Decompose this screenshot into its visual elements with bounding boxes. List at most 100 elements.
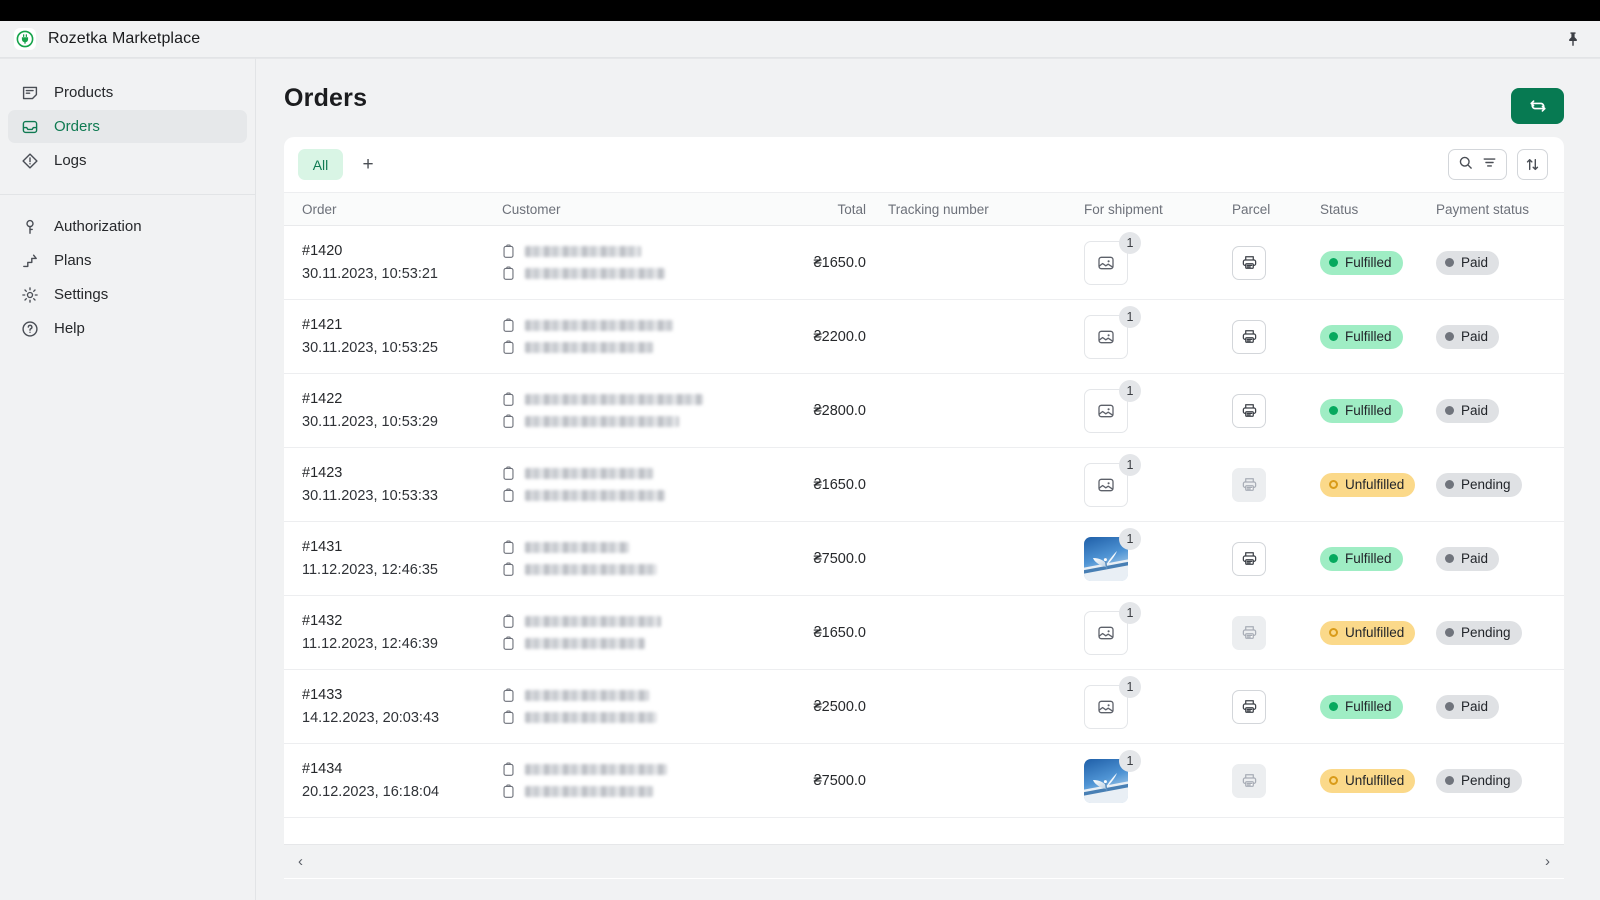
print-parcel-button[interactable]	[1232, 541, 1266, 576]
copy-clipboard-icon[interactable]	[502, 488, 517, 503]
copy-clipboard-icon[interactable]	[502, 318, 517, 333]
payment-status-label: Paid	[1461, 551, 1489, 566]
order-total: ₴2200.0	[813, 328, 866, 345]
sidebar-group-primary: Products Orders Logs	[0, 71, 255, 182]
order-total: ₴7500.0	[813, 550, 866, 567]
sidebar-item-authorization[interactable]: Authorization	[8, 210, 247, 243]
question-circle-icon	[20, 319, 40, 339]
cell-status: Unfulfilled	[1320, 472, 1436, 497]
sort-button[interactable]	[1517, 149, 1548, 180]
sidebar-item-orders[interactable]: Orders	[8, 110, 247, 143]
cell-parcel	[1224, 615, 1320, 650]
add-tab-button[interactable]: +	[353, 150, 383, 180]
horizontal-scrollbar[interactable]: ‹ ›	[284, 844, 1564, 878]
search-icon[interactable]	[1458, 155, 1473, 175]
copy-clipboard-icon[interactable]	[502, 688, 517, 703]
scroll-right-arrow[interactable]: ›	[1541, 853, 1554, 870]
print-parcel-button	[1232, 467, 1266, 502]
copy-clipboard-icon[interactable]	[502, 784, 517, 799]
copy-clipboard-icon[interactable]	[502, 636, 517, 651]
copy-clipboard-icon[interactable]	[502, 562, 517, 577]
image-placeholder-icon	[1098, 626, 1114, 639]
status-dot-icon	[1329, 480, 1338, 489]
sync-button[interactable]	[1511, 88, 1564, 124]
print-parcel-button[interactable]	[1232, 393, 1266, 428]
table-row[interactable]: #1423 30.11.2023, 10:53:33 ₴1650.0 1 Unfulfi…	[284, 448, 1564, 522]
payment-status-badge: Paid	[1436, 324, 1500, 349]
customer-name-redacted	[525, 542, 629, 553]
copy-clipboard-icon[interactable]	[502, 614, 517, 629]
customer-phone-redacted	[525, 712, 657, 723]
payment-status-dot-icon	[1445, 628, 1454, 637]
customer-name-line	[502, 759, 770, 781]
tab-all[interactable]: All	[298, 149, 343, 180]
cell-for-shipment: 1	[1074, 453, 1224, 507]
cell-order: #1420 30.11.2023, 10:53:21	[284, 240, 502, 285]
print-parcel-button[interactable]	[1232, 689, 1266, 724]
inbox-icon	[20, 117, 40, 137]
copy-clipboard-icon[interactable]	[502, 392, 517, 407]
cell-customer	[502, 241, 770, 285]
status-badge: Fulfilled	[1320, 250, 1403, 275]
print-parcel-button[interactable]	[1232, 245, 1266, 280]
column-header-tracking: Tracking number	[888, 201, 989, 217]
table-row[interactable]: #1422 30.11.2023, 10:53:29 ₴2800.0 1 Fulfill…	[284, 374, 1564, 448]
sidebar-item-products[interactable]: Products	[8, 76, 247, 109]
copy-clipboard-icon[interactable]	[502, 710, 517, 725]
column-header-status: Status	[1320, 201, 1359, 217]
table-row[interactable]: #1431 11.12.2023, 12:46:35 ₴7500.0 1 Fulfill…	[284, 522, 1564, 596]
print-parcel-button[interactable]	[1232, 319, 1266, 354]
pin-icon[interactable]	[1560, 26, 1586, 52]
cell-parcel	[1224, 763, 1320, 798]
cell-parcel	[1224, 467, 1320, 502]
cell-order: #1431 11.12.2023, 12:46:35	[284, 536, 502, 581]
copy-clipboard-icon[interactable]	[502, 340, 517, 355]
shipment-count-badge: 1	[1119, 749, 1141, 772]
sidebar-item-label: Orders	[54, 118, 100, 135]
copy-clipboard-icon[interactable]	[502, 266, 517, 281]
app-titlebar: Rozetka Marketplace	[0, 21, 1600, 58]
orders-toolbar: All +	[284, 137, 1564, 192]
table-row[interactable]: #1420 30.11.2023, 10:53:21 ₴1650.0 1 Fulfill…	[284, 226, 1564, 300]
copy-clipboard-icon[interactable]	[502, 466, 517, 481]
filter-icon[interactable]	[1482, 155, 1497, 175]
payment-status-badge: Paid	[1436, 398, 1500, 423]
sidebar-item-plans[interactable]: Plans	[8, 244, 247, 277]
status-label: Fulfilled	[1345, 255, 1392, 270]
order-total: ₴2800.0	[813, 402, 866, 419]
copy-clipboard-icon[interactable]	[502, 244, 517, 259]
customer-phone-redacted	[525, 564, 657, 575]
customer-phone-line	[502, 559, 770, 581]
page-header: Orders	[256, 59, 1600, 137]
status-dot-icon	[1329, 702, 1338, 711]
sidebar-item-help[interactable]: Help	[8, 312, 247, 345]
copy-clipboard-icon[interactable]	[502, 414, 517, 429]
customer-phone-line	[502, 781, 770, 803]
table-row[interactable]: #1421 30.11.2023, 10:53:25 ₴2200.0 1 Fulfill…	[284, 300, 1564, 374]
cell-order: #1422 30.11.2023, 10:53:29	[284, 388, 502, 433]
table-row[interactable]: #1434 20.12.2023, 16:18:04 ₴7500.0 1 Unfulfi…	[284, 744, 1564, 818]
cell-for-shipment: 1	[1074, 749, 1224, 803]
table-row[interactable]: #1433 14.12.2023, 20:03:43 ₴2500.0 1 Fulfill…	[284, 670, 1564, 744]
sidebar-item-label: Help	[54, 320, 85, 337]
cell-customer	[502, 389, 770, 433]
order-total: ₴7500.0	[813, 772, 866, 789]
cell-status: Unfulfilled	[1320, 768, 1436, 793]
sidebar-item-label: Products	[54, 84, 114, 101]
sidebar-item-settings[interactable]: Settings	[8, 278, 247, 311]
scroll-left-arrow[interactable]: ‹	[294, 853, 307, 870]
copy-clipboard-icon[interactable]	[502, 762, 517, 777]
search-filter-group[interactable]	[1448, 149, 1507, 180]
table-row[interactable]: #1432 11.12.2023, 12:46:39 ₴1650.0 1 Unfulfi…	[284, 596, 1564, 670]
copy-clipboard-icon[interactable]	[502, 540, 517, 555]
customer-name-line	[502, 537, 770, 559]
payment-status-dot-icon	[1445, 702, 1454, 711]
column-header-total: Total	[837, 201, 866, 217]
order-number: #1432	[302, 613, 343, 630]
printer-icon	[1242, 774, 1256, 787]
sidebar-item-logs[interactable]: Logs	[8, 144, 247, 177]
column-header-payment-status: Payment status	[1436, 201, 1530, 217]
order-total: ₴1650.0	[813, 476, 866, 493]
customer-phone-line	[502, 633, 770, 655]
cell-total: ₴2800.0	[770, 402, 866, 420]
